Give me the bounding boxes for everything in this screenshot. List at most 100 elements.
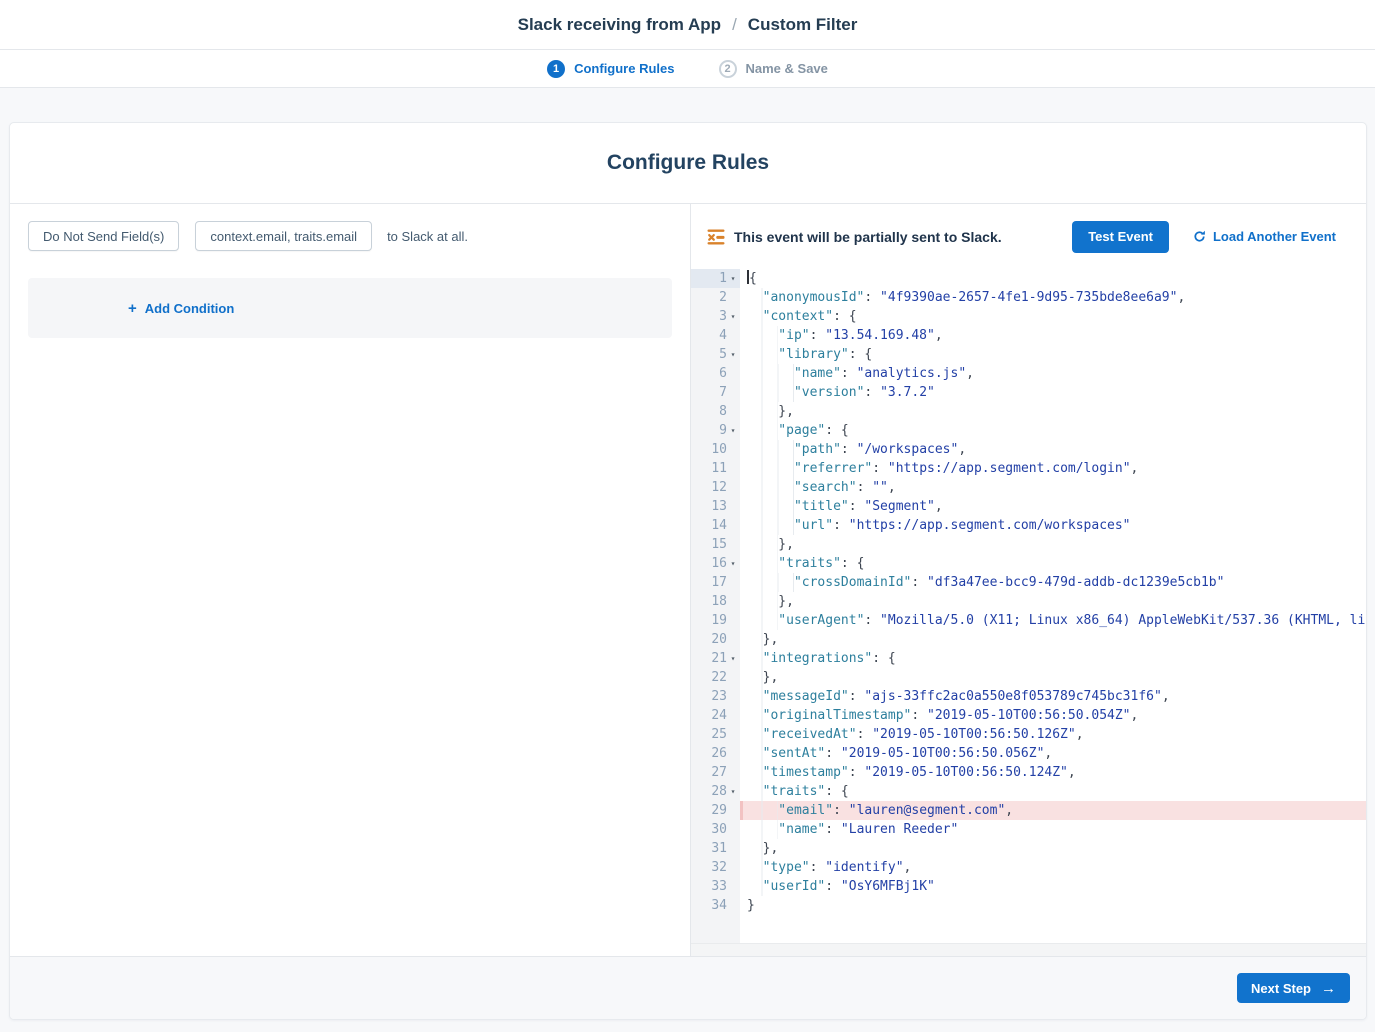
editor-line[interactable]: 19"userAgent": "Mozilla/5.0 (X11; Linux …	[691, 611, 1366, 630]
code-text[interactable]: "email": "lauren@segment.com",	[740, 801, 1366, 820]
code-text[interactable]: "traits": {	[740, 782, 1366, 801]
code-text[interactable]: "referrer": "https://app.segment.com/log…	[740, 459, 1366, 478]
editor-line[interactable]: 31},	[691, 839, 1366, 858]
editor-line[interactable]: 20},	[691, 630, 1366, 649]
fold-icon[interactable]: ▾	[727, 421, 739, 440]
editor-line[interactable]: 6"name": "analytics.js",	[691, 364, 1366, 383]
editor-line[interactable]: 10"path": "/workspaces",	[691, 440, 1366, 459]
editor-line[interactable]: 1▾{	[691, 269, 1366, 288]
do-not-send-fields-button[interactable]: Do Not Send Field(s)	[28, 221, 179, 251]
code-text[interactable]: "version": "3.7.2"	[740, 383, 1366, 402]
editor-lines[interactable]: 1▾{2"anonymousId": "4f9390ae-2657-4fe1-9…	[691, 269, 1366, 943]
editor-line[interactable]: 14"url": "https://app.segment.com/worksp…	[691, 516, 1366, 535]
next-step-button[interactable]: Next Step →	[1237, 973, 1350, 1003]
load-another-event-button[interactable]: Load Another Event	[1193, 229, 1336, 244]
code-text[interactable]: "search": "",	[740, 478, 1366, 497]
editor-line[interactable]: 24"originalTimestamp": "2019-05-10T00:56…	[691, 706, 1366, 725]
code-text[interactable]: },	[740, 402, 1366, 421]
line-number: 34	[691, 896, 740, 915]
step-configure-rules[interactable]: 1 Configure Rules	[547, 60, 674, 78]
code-text[interactable]: "crossDomainId": "df3a47ee-bcc9-479d-add…	[740, 573, 1366, 592]
line-number: 13	[691, 497, 740, 516]
code-text[interactable]: "title": "Segment",	[740, 497, 1366, 516]
fold-icon[interactable]: ▾	[727, 649, 739, 668]
editor-line[interactable]: 34}	[691, 896, 1366, 915]
code-text[interactable]: "anonymousId": "4f9390ae-2657-4fe1-9d95-…	[740, 288, 1366, 307]
editor-line[interactable]: 25"receivedAt": "2019-05-10T00:56:50.126…	[691, 725, 1366, 744]
code-text[interactable]: "page": {	[740, 421, 1366, 440]
editor-line[interactable]: 26"sentAt": "2019-05-10T00:56:50.056Z",	[691, 744, 1366, 763]
editor-line[interactable]: 15},	[691, 535, 1366, 554]
fold-icon[interactable]: ▾	[727, 307, 739, 326]
editor-line[interactable]: 11"referrer": "https://app.segment.com/l…	[691, 459, 1366, 478]
fold-icon[interactable]: ▾	[727, 554, 739, 573]
fields-value-button[interactable]: context.email, traits.email	[195, 221, 372, 251]
editor-line[interactable]: 4"ip": "13.54.169.48",	[691, 326, 1366, 345]
editor-line[interactable]: 33"userId": "OsY6MFBj1K"	[691, 877, 1366, 896]
line-number: 5▾	[691, 345, 740, 364]
code-text[interactable]: "type": "identify",	[740, 858, 1366, 877]
editor-line[interactable]: 32"type": "identify",	[691, 858, 1366, 877]
code-text[interactable]: "url": "https://app.segment.com/workspac…	[740, 516, 1366, 535]
code-text[interactable]: },	[740, 592, 1366, 611]
test-event-button[interactable]: Test Event	[1072, 221, 1169, 253]
editor-line[interactable]: 9▾"page": {	[691, 421, 1366, 440]
code-text[interactable]: "timestamp": "2019-05-10T00:56:50.124Z",	[740, 763, 1366, 782]
code-text[interactable]: "name": "Lauren Reeder"	[740, 820, 1366, 839]
line-number: 12	[691, 478, 740, 497]
breadcrumb-right: Custom Filter	[748, 15, 858, 35]
editor-line[interactable]: 17"crossDomainId": "df3a47ee-bcc9-479d-a…	[691, 573, 1366, 592]
code-text[interactable]: "path": "/workspaces",	[740, 440, 1366, 459]
code-text[interactable]: "ip": "13.54.169.48",	[740, 326, 1366, 345]
fold-icon[interactable]: ▾	[727, 782, 739, 801]
code-text[interactable]: "userId": "OsY6MFBj1K"	[740, 877, 1366, 896]
editor-line[interactable]: 22},	[691, 668, 1366, 687]
partial-send-status: This event will be partially sent to Sla…	[734, 229, 1072, 245]
code-text[interactable]: },	[740, 630, 1366, 649]
fold-icon[interactable]: ▾	[727, 269, 739, 288]
code-text[interactable]: "receivedAt": "2019-05-10T00:56:50.126Z"…	[740, 725, 1366, 744]
code-text[interactable]: "traits": {	[740, 554, 1366, 573]
code-text[interactable]: "originalTimestamp": "2019-05-10T00:56:5…	[740, 706, 1366, 725]
code-text[interactable]: "sentAt": "2019-05-10T00:56:50.056Z",	[740, 744, 1366, 763]
line-number: 15	[691, 535, 740, 554]
code-text[interactable]: {	[740, 269, 1366, 288]
code-text[interactable]: "messageId": "ajs-33ffc2ac0a550e8f053789…	[740, 687, 1366, 706]
code-text[interactable]: "library": {	[740, 345, 1366, 364]
editor-line[interactable]: 18},	[691, 592, 1366, 611]
code-text[interactable]: },	[740, 668, 1366, 687]
fold-icon[interactable]: ▾	[727, 345, 739, 364]
editor-line[interactable]: 12"search": "",	[691, 478, 1366, 497]
line-number: 16▾	[691, 554, 740, 573]
editor-line[interactable]: 30"name": "Lauren Reeder"	[691, 820, 1366, 839]
line-number: 9▾	[691, 421, 740, 440]
editor-line[interactable]: 8},	[691, 402, 1366, 421]
code-text[interactable]: },	[740, 535, 1366, 554]
editor-line[interactable]: 3▾"context": {	[691, 307, 1366, 326]
code-text[interactable]: }	[740, 896, 1366, 915]
line-number: 2	[691, 288, 740, 307]
editor-line[interactable]: 5▾"library": {	[691, 345, 1366, 364]
editor-line[interactable]: 28▾"traits": {	[691, 782, 1366, 801]
code-text[interactable]: "name": "analytics.js",	[740, 364, 1366, 383]
editor-line[interactable]: 7"version": "3.7.2"	[691, 383, 1366, 402]
code-text[interactable]: "integrations": {	[740, 649, 1366, 668]
code-text[interactable]: },	[740, 839, 1366, 858]
editor-line[interactable]: 21▾"integrations": {	[691, 649, 1366, 668]
line-number: 17	[691, 573, 740, 592]
horizontal-scrollbar[interactable]	[691, 943, 1366, 956]
editor-line[interactable]: 2"anonymousId": "4f9390ae-2657-4fe1-9d95…	[691, 288, 1366, 307]
step-name-and-save[interactable]: 2 Name & Save	[719, 60, 828, 78]
editor-line[interactable]: 23"messageId": "ajs-33ffc2ac0a550e8f0537…	[691, 687, 1366, 706]
editor-line[interactable]: 13"title": "Segment",	[691, 497, 1366, 516]
code-text[interactable]: "userAgent": "Mozilla/5.0 (X11; Linux x8…	[740, 611, 1366, 630]
editor-line[interactable]: 16▾"traits": {	[691, 554, 1366, 573]
editor-line[interactable]: 27"timestamp": "2019-05-10T00:56:50.124Z…	[691, 763, 1366, 782]
line-number: 21▾	[691, 649, 740, 668]
line-number: 3▾	[691, 307, 740, 326]
code-text[interactable]: "context": {	[740, 307, 1366, 326]
json-editor[interactable]: 1▾{2"anonymousId": "4f9390ae-2657-4fe1-9…	[691, 269, 1366, 956]
editor-line[interactable]: 29"email": "lauren@segment.com",	[691, 801, 1366, 820]
add-condition-button[interactable]: + Add Condition	[128, 301, 234, 316]
rules-panel: Do Not Send Field(s) context.email, trai…	[10, 204, 691, 956]
